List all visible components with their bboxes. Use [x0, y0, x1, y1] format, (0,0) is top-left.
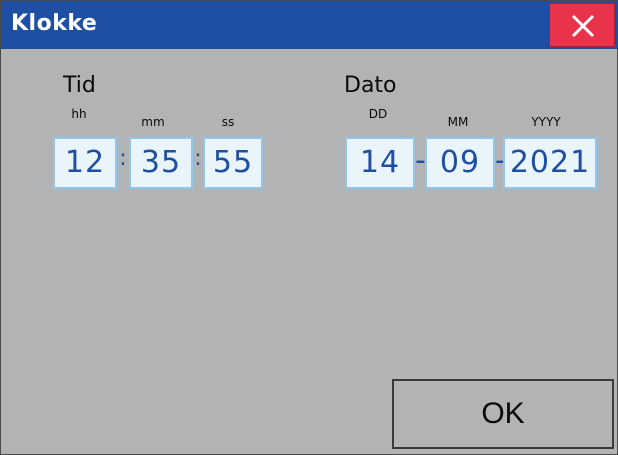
seconds-field[interactable]: 55 — [203, 137, 263, 189]
year-field[interactable]: 2021 — [503, 137, 597, 189]
seconds-sub-label: ss — [221, 115, 235, 129]
date-label: Dato — [344, 73, 397, 98]
window-title: Klokke — [11, 11, 98, 36]
close-button[interactable] — [549, 3, 615, 47]
time-separator: : — [119, 146, 127, 171]
day-sub-label: DD — [368, 107, 388, 121]
clock-dialog: Klokke Tid hh mm ss 12 : 35 : 55 Dato DD… — [0, 0, 618, 455]
time-separator: : — [194, 146, 202, 171]
title-bar: Klokke — [1, 1, 617, 49]
month-sub-label: MM — [447, 115, 469, 129]
minutes-sub-label: mm — [141, 115, 165, 129]
hours-sub-label: hh — [71, 107, 87, 121]
hours-field[interactable]: 12 — [53, 137, 117, 189]
month-field[interactable]: 09 — [425, 137, 495, 189]
date-separator: - — [415, 143, 426, 178]
time-label: Tid — [63, 73, 96, 98]
day-field[interactable]: 14 — [345, 137, 415, 189]
date-separator: - — [495, 143, 506, 178]
minutes-field[interactable]: 35 — [129, 137, 193, 189]
ok-button[interactable]: OK — [392, 379, 614, 449]
year-sub-label: YYYY — [531, 115, 561, 129]
close-x-icon — [571, 14, 595, 38]
